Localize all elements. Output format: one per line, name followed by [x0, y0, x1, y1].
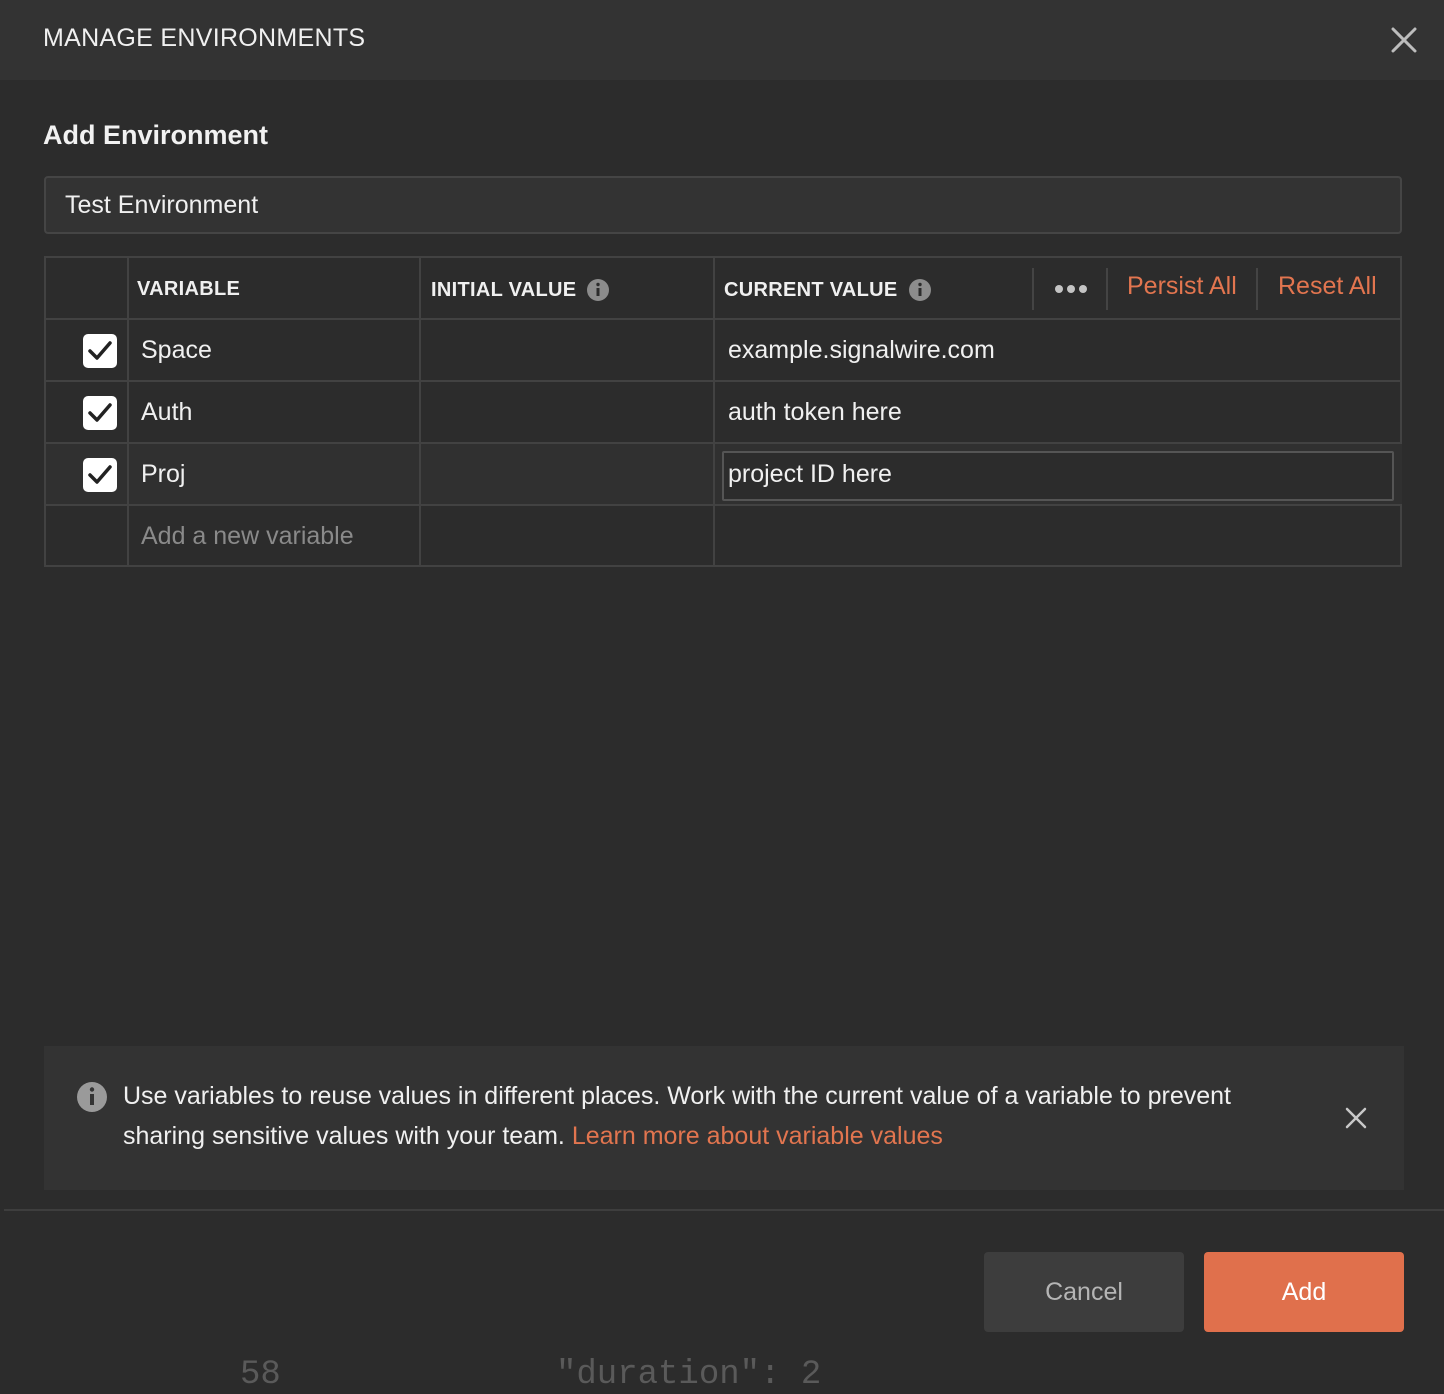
- column-header-current-value: CURRENT VALUE: [724, 278, 932, 302]
- column-header-initial-value: INITIAL VALUE: [431, 278, 610, 302]
- learn-more-link[interactable]: Learn more about variable values: [572, 1122, 943, 1150]
- new-variable-input[interactable]: Add a new variable: [141, 522, 354, 551]
- close-icon[interactable]: [1344, 1106, 1368, 1130]
- environment-name-input[interactable]: [44, 176, 1402, 234]
- cancel-button[interactable]: Cancel: [984, 1252, 1184, 1332]
- variables-table: VARIABLE INITIAL VALUE CURRENT VALUE Per…: [44, 256, 1402, 567]
- row-enabled-checkbox[interactable]: [83, 458, 117, 492]
- current-value-cell[interactable]: example.signalwire.com: [728, 336, 995, 365]
- header-separator: [1256, 268, 1258, 310]
- variable-key-cell[interactable]: Auth: [141, 398, 192, 427]
- add-environment-heading: Add Environment: [43, 120, 269, 150]
- current-value-cell[interactable]: project ID here: [728, 460, 892, 489]
- add-button[interactable]: Add: [1204, 1252, 1404, 1332]
- variable-key-cell[interactable]: Proj: [141, 460, 185, 489]
- close-icon[interactable]: [1386, 22, 1422, 58]
- table-divider: [713, 258, 715, 567]
- column-header-variable: VARIABLE: [137, 278, 241, 300]
- table-divider: [127, 258, 129, 567]
- info-icon[interactable]: [908, 278, 932, 302]
- table-divider: [46, 318, 1402, 320]
- info-icon: [76, 1081, 108, 1113]
- reset-all-link[interactable]: Reset All: [1278, 272, 1377, 301]
- info-icon[interactable]: [586, 278, 610, 302]
- table-divider: [46, 442, 1402, 444]
- row-enabled-checkbox[interactable]: [83, 334, 117, 368]
- footer-divider: [4, 1209, 1444, 1211]
- header-separator: [1106, 268, 1108, 310]
- persist-all-link[interactable]: Persist All: [1127, 272, 1237, 301]
- table-divider: [46, 504, 1402, 506]
- variable-key-cell[interactable]: Space: [141, 336, 212, 365]
- background-code-text: "duration": 2: [556, 1356, 822, 1394]
- current-value-cell[interactable]: auth token here: [728, 398, 902, 427]
- dialog-title: MANAGE ENVIRONMENTS: [43, 24, 366, 52]
- row-enabled-checkbox[interactable]: [83, 396, 117, 430]
- dialog-header: MANAGE ENVIRONMENTS: [0, 0, 1444, 80]
- background-code-text: 58: [240, 1356, 281, 1394]
- header-separator: [1032, 268, 1034, 310]
- banner-message: Use variables to reuse values in differe…: [123, 1082, 1231, 1150]
- manage-environments-dialog: MANAGE ENVIRONMENTS Add Environment VARI…: [0, 0, 1444, 1394]
- info-banner: Use variables to reuse values in differe…: [44, 1046, 1404, 1190]
- table-divider: [419, 258, 421, 567]
- more-horizontal-icon[interactable]: [1050, 278, 1092, 300]
- table-divider: [46, 380, 1402, 382]
